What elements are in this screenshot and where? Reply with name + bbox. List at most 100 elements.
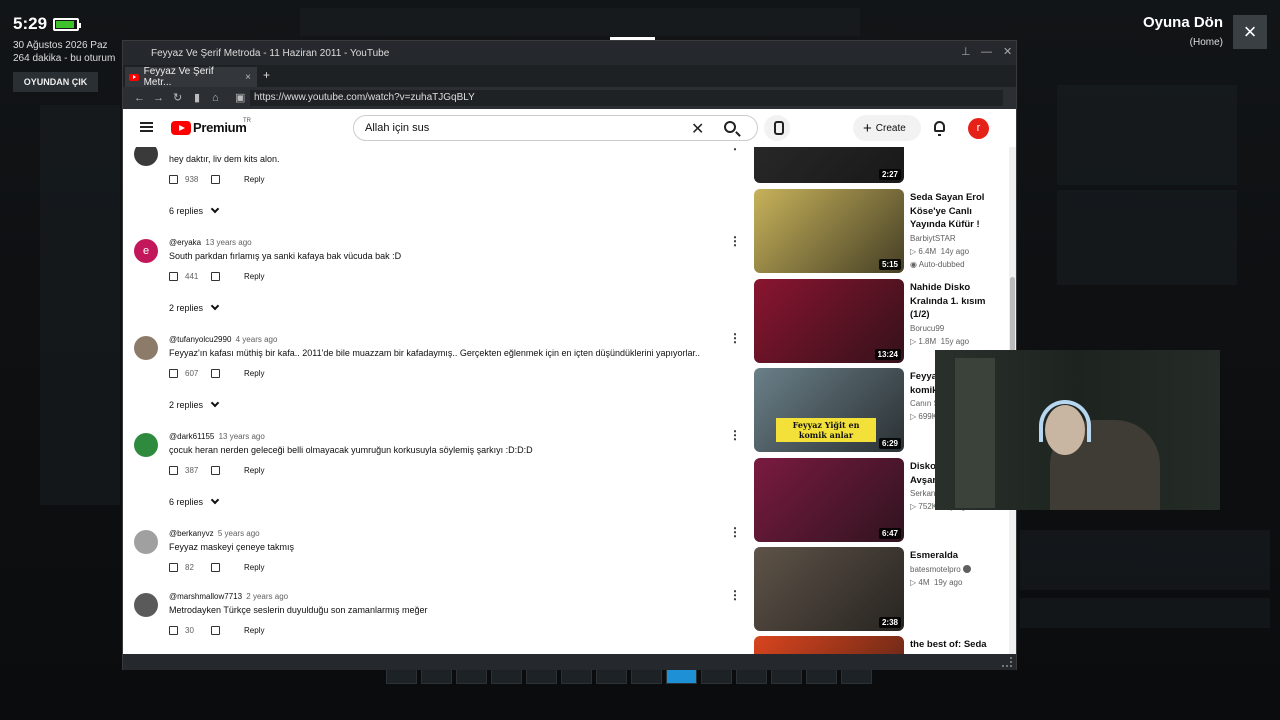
video-thumbnail[interactable]: Feyyaz Yiğit en komik anlar 6:29 (754, 368, 904, 452)
comment-actions: 82 Reply (169, 563, 264, 572)
more-options-icon[interactable]: ⋮ (729, 526, 741, 538)
related-video[interactable]: the best of: Seda Sayan (754, 636, 1009, 654)
exit-game-button[interactable]: OYUNDAN ÇIK (13, 72, 98, 92)
microphone-icon[interactable] (764, 115, 790, 141)
comment-username[interactable]: @marshmallow7713 (169, 592, 242, 601)
like-icon[interactable] (169, 175, 178, 184)
like-icon[interactable] (169, 563, 178, 572)
tab-close-icon[interactable]: × (245, 72, 251, 83)
comment-username[interactable]: @tufanyolcu2990 (169, 335, 231, 344)
comment-author[interactable] (169, 147, 171, 150)
like-icon[interactable] (169, 272, 178, 281)
more-options-icon[interactable]: ⋮ (729, 235, 741, 247)
video-title[interactable]: Esmeralda (910, 549, 1005, 563)
comment-avatar[interactable] (134, 593, 158, 617)
more-options-icon[interactable]: ⋮ (729, 147, 741, 151)
return-to-game-button[interactable]: Oyuna Dön (Home) (1143, 14, 1223, 48)
close-overlay-button[interactable]: × (1233, 15, 1267, 49)
related-video[interactable]: 2:38 Esmeralda batesmotelpro ▷ 4M 19y ago (754, 547, 1009, 633)
video-title[interactable]: Nahide Disko Kralında 1. kısım (1/2) (910, 281, 1005, 322)
comment-username[interactable]: @berkanyvz (169, 529, 214, 538)
notifications-bell-icon[interactable] (934, 121, 945, 136)
close-window-icon[interactable]: ✕ (1003, 46, 1012, 58)
video-title[interactable]: the best of: Seda Sayan (910, 638, 1005, 654)
new-tab-button[interactable]: + (263, 68, 270, 82)
dislike-icon[interactable] (211, 626, 220, 635)
video-thumbnail[interactable] (754, 636, 904, 654)
search-icon[interactable] (724, 121, 736, 133)
browser-window: Feyyaz Ve Şerif Metroda - 11 Haziran 201… (122, 40, 1017, 670)
reply-button[interactable]: Reply (244, 175, 264, 184)
view-replies-button[interactable]: 2 replies (169, 398, 220, 410)
url-input[interactable]: https://www.youtube.com/watch?v=zuhaTJGq… (250, 90, 1003, 106)
channel-label: Borucu99 (910, 323, 945, 333)
reply-button[interactable]: Reply (244, 563, 264, 572)
account-avatar[interactable]: r (968, 118, 989, 139)
more-options-icon[interactable]: ⋮ (729, 332, 741, 344)
arrow-left-icon[interactable]: ← (134, 92, 145, 104)
comment-avatar[interactable] (134, 147, 158, 166)
bookmark-icon[interactable]: ▮ (194, 92, 200, 104)
reply-button[interactable]: Reply (244, 272, 264, 281)
view-replies-button[interactable]: 2 replies (169, 301, 220, 313)
comment: hey daktır, liv dem kits alon. 938 Reply 6 … (123, 147, 753, 235)
comment-avatar[interactable] (134, 530, 158, 554)
video-thumbnail[interactable]: 6:47 (754, 458, 904, 542)
thumbnail-caption: Feyyaz Yiğit en komik anlar (776, 418, 876, 442)
dislike-icon[interactable] (211, 563, 220, 572)
channel-name[interactable]: Borucu99 (910, 324, 944, 333)
browser-tab[interactable]: Feyyaz Ve Şerif Metr... × (125, 66, 257, 88)
video-duration: 6:29 (878, 438, 901, 449)
video-duration: 2:38 (878, 617, 901, 628)
video-thumbnail[interactable]: 5:15 (754, 189, 904, 273)
channel-name[interactable]: batesmotelpro (910, 565, 971, 574)
comment-author[interactable]: @eryaka 13 years ago (169, 238, 252, 247)
clear-search-icon[interactable]: ✕ (691, 119, 704, 139)
reply-button[interactable]: Reply (244, 369, 264, 378)
like-icon[interactable] (169, 626, 178, 635)
video-thumbnail[interactable]: 2:27 (754, 147, 904, 183)
video-duration: 5:15 (878, 259, 901, 270)
view-replies-button[interactable]: 6 replies (169, 204, 220, 216)
reply-button[interactable]: Reply (244, 466, 264, 475)
related-video[interactable]: 2:27 (754, 147, 1009, 185)
comment-username[interactable]: @dark61155 (169, 432, 214, 441)
youtube-logo-icon[interactable] (171, 121, 191, 135)
dislike-icon[interactable] (211, 369, 220, 378)
video-thumbnail[interactable]: 2:38 (754, 547, 904, 631)
menu-icon[interactable] (140, 122, 153, 124)
comment-author[interactable]: @berkanyvz 5 years ago (169, 529, 260, 538)
more-options-icon[interactable]: ⋮ (729, 429, 741, 441)
video-title[interactable]: Seda Sayan Erol Köse'ye Canlı Yayında Kü… (910, 191, 1005, 232)
like-icon[interactable] (169, 369, 178, 378)
dislike-icon[interactable] (211, 466, 220, 475)
scrollbar-thumb[interactable] (1010, 277, 1015, 357)
dislike-icon[interactable] (211, 175, 220, 184)
comment-author[interactable]: @dark61155 13 years ago (169, 432, 265, 441)
related-video[interactable]: 5:15 Seda Sayan Erol Köse'ye Canlı Yayınd… (754, 189, 1009, 275)
more-options-icon[interactable]: ⋮ (729, 589, 741, 601)
like-icon[interactable] (169, 466, 178, 475)
comment-avatar[interactable] (134, 336, 158, 360)
search-box[interactable]: Allah için sus ✕ (353, 115, 758, 141)
pin-icon[interactable]: ⊥ (961, 46, 971, 58)
comment-author[interactable]: @tufanyolcu2990 4 years ago (169, 335, 277, 344)
comment-avatar[interactable]: e (134, 239, 158, 263)
video-thumbnail[interactable]: 13:24 (754, 279, 904, 363)
comment-text: hey daktır, liv dem kits alon. (169, 154, 280, 164)
comment-author[interactable]: @marshmallow7713 2 years ago (169, 592, 288, 601)
search-input[interactable]: Allah için sus (365, 122, 429, 134)
comment-username[interactable]: @eryaka (169, 238, 201, 247)
channel-name[interactable]: BarbiytSTAR (910, 234, 956, 243)
resize-grip-icon[interactable] (1002, 657, 1012, 667)
home-icon[interactable]: ⌂ (212, 92, 219, 104)
create-button[interactable]: + Create (853, 115, 921, 141)
dislike-icon[interactable] (211, 272, 220, 281)
comment-avatar[interactable] (134, 433, 158, 457)
view-replies-button[interactable]: 6 replies (169, 495, 220, 507)
reload-icon[interactable]: ↻ (173, 92, 182, 104)
reply-button[interactable]: Reply (244, 626, 264, 635)
minimize-icon[interactable]: — (981, 46, 992, 58)
channel-name[interactable]: Serkan (910, 489, 935, 498)
arrow-right-icon[interactable]: → (153, 92, 164, 104)
